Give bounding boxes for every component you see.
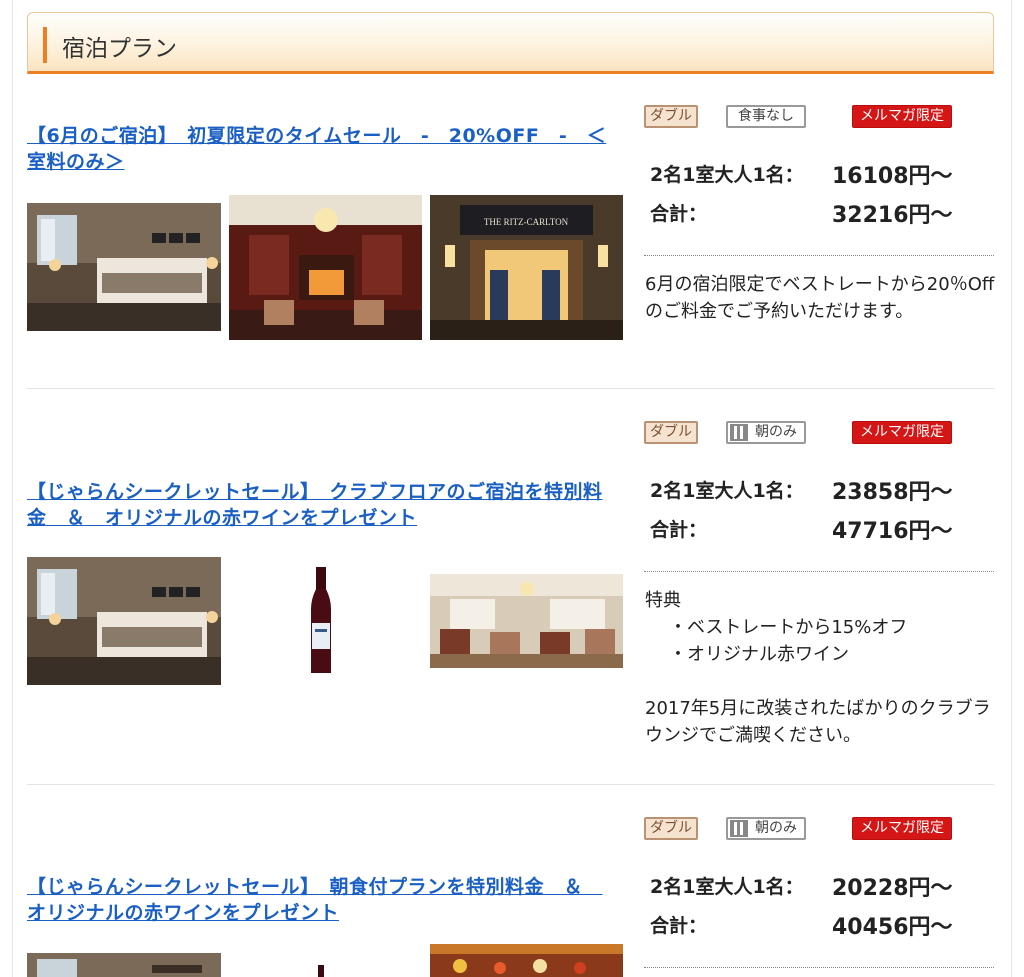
plan-info: ダブル 朝のみ メルマガ限定 2名1室大人1名： 20228円〜 合計： 404… [644,817,994,977]
plan-card: 【6月のご宿泊】 初夏限定のタイムセール - 20%OFF - ＜室料のみ＞ T… [27,105,994,388]
section-header: 宿泊プラン [27,12,994,74]
plan-info: ダブル 朝のみ メルマガ限定 2名1室大人1名： 23858円〜 合計： 477… [644,421,994,784]
price-value: 20228円〜 [832,876,953,901]
meal-badge-label: 朝のみ [755,424,797,440]
plan-info: ダブル 食事なし メルマガ限定 2名1室大人1名： 16108円〜 合計： 32… [644,105,994,388]
plan-title-link[interactable]: 【6月のご宿泊】 初夏限定のタイムセール - 20%OFF - ＜室料のみ＞ [27,123,619,175]
price-value: 16108円〜 [832,164,953,189]
divider-dotted [644,571,994,572]
description-line: ・オリジナル赤ワイン [669,644,849,665]
description-blank-line [645,668,995,695]
room-photo[interactable] [27,557,221,685]
price-value: 23858円〜 [832,480,953,505]
total-value: 32216円〜 [832,203,953,228]
total-value: 47716円〜 [832,519,953,544]
header-accent-bar [43,27,47,63]
lounge-photo[interactable] [229,195,422,340]
room-type-badge: ダブル [644,105,698,128]
plan-title-link[interactable]: 【じゃらんシークレットセール】 朝食付プランを特別料金 ＆ オリジナルの赤ワイン… [27,874,619,926]
room-photo[interactable] [27,203,221,331]
total-label: 合計： [650,915,708,937]
plan-tags: ダブル 朝のみ メルマガ限定 [644,817,994,843]
plan-card: 【じゃらんシークレットセール】 クラブフロアのご宿泊を特別料金 ＆ オリジナルの… [27,421,994,784]
total-label: 合計： [650,519,708,541]
plan-title-link[interactable]: 【じゃらんシークレットセール】 クラブフロアのご宿泊を特別料金 ＆ オリジナルの… [27,479,619,531]
price-label: 2名1室大人1名： [650,480,804,502]
room-type-badge: ダブル [644,817,698,840]
mail-magazine-badge: メルマガ限定 [852,421,952,444]
divider-dotted [644,255,994,256]
room-photo[interactable] [27,953,221,977]
price-label: 2名1室大人1名： [650,876,804,898]
plan-description: 6月の宿泊限定でベストレートから20％Offのご料金でご予約いただけます。 [645,274,995,322]
entrance-sign-text: THE RITZ-CARLTON [484,217,569,227]
plan-tags: ダブル 朝のみ メルマガ限定 [644,421,994,447]
meal-badge: 朝のみ [726,421,806,444]
wine-bottle-photo[interactable] [303,565,339,677]
entrance-photo[interactable]: THE RITZ-CARLTON [430,195,623,340]
mail-magazine-badge: メルマガ限定 [852,105,952,128]
meal-badge: 朝のみ [726,817,806,840]
room-type-badge: ダブル [644,421,698,444]
plan-separator [27,784,994,785]
total-value: 40456円〜 [832,915,953,940]
section-title: 宿泊プラン [62,36,177,62]
plan-card: 【じゃらんシークレットセール】 朝食付プランを特別料金 ＆ オリジナルの赤ワイン… [27,817,994,977]
fork-knife-icon [730,820,748,837]
breakfast-photo[interactable] [430,944,623,977]
club-lounge-photo[interactable] [430,574,623,668]
meal-badge: 食事なし [726,105,806,128]
mail-magazine-badge: メルマガ限定 [852,817,952,840]
description-line: 2017年5月に改装されたばかりのクラブラウンジでご満喫ください。 [645,698,991,746]
plan-separator [27,388,994,389]
plan-tags: ダブル 食事なし メルマガ限定 [644,105,994,131]
price-label: 2名1室大人1名： [650,164,804,186]
description-line: ・ベストレートから15%オフ [669,617,908,638]
meal-badge-label: 朝のみ [755,820,797,836]
total-label: 合計： [650,203,708,225]
plan-description: 特典 ・ベストレートから15%オフ ・オリジナル赤ワイン 2017年5月に改装さ… [645,587,995,749]
description-line: 特典 [645,590,681,611]
wine-bottle-photo[interactable] [314,963,328,977]
fork-knife-icon [730,424,748,441]
divider-dotted [644,967,994,968]
